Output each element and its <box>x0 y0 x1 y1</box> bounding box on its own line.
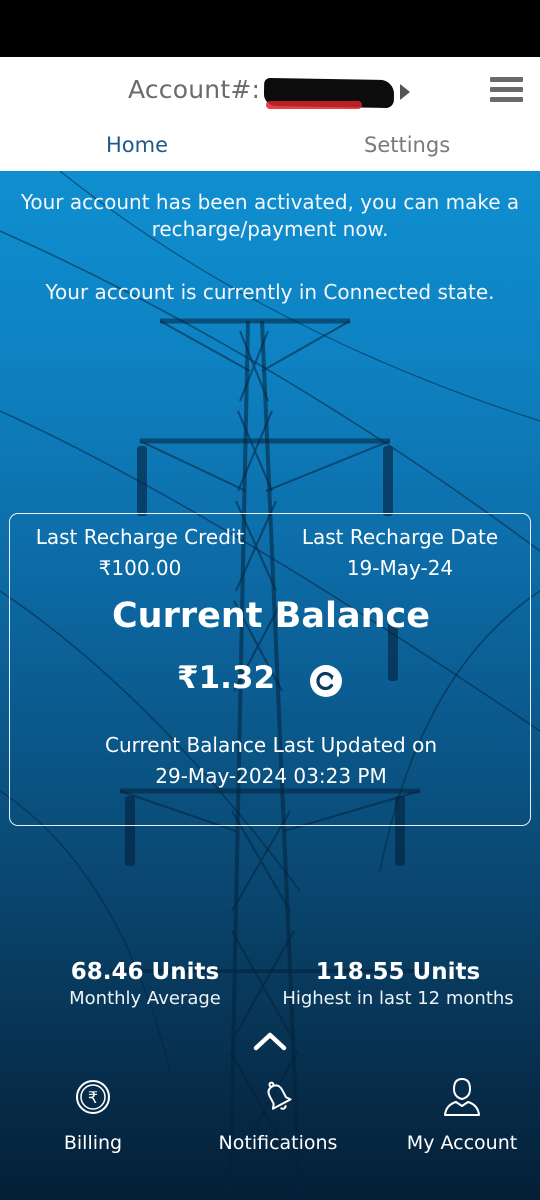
account-selector[interactable]: Account#: 1 <box>0 73 540 109</box>
tab-home[interactable]: Home <box>106 133 168 157</box>
last-recharge-date-label: Last Recharge Date <box>301 525 499 549</box>
balance-updated-value: 29-May-2024 03:23 PM <box>155 764 387 788</box>
nav-billing[interactable]: ₹ Billing <box>48 1075 138 1154</box>
tab-settings[interactable]: Settings <box>364 133 450 157</box>
nav-notifications[interactable]: Notifications <box>210 1075 346 1154</box>
chevron-up-icon[interactable] <box>252 1029 288 1053</box>
monthly-average-stat: 68.46 Units Monthly Average <box>50 957 240 1011</box>
highest-usage-value: 118.55 Units <box>315 959 481 985</box>
user-icon <box>444 1078 480 1116</box>
last-recharge-credit-value: ₹100.00 <box>98 556 182 580</box>
connection-state-notice: Your account is currently in Connected s… <box>45 280 495 304</box>
monthly-average-value: 68.46 Units <box>70 959 220 985</box>
balance-updated-info: Current Balance Last Updated on 29-May-2… <box>10 730 532 792</box>
last-recharge-date-value: 19-May-24 <box>346 556 454 580</box>
last-recharge-date: Last Recharge Date 19-May-24 <box>270 522 530 584</box>
svg-text:₹: ₹ <box>88 1088 98 1107</box>
account-number-label: Account#: 1 <box>128 75 285 104</box>
app-header: Account#: 1 Home Settings <box>0 57 540 171</box>
refresh-icon[interactable] <box>310 665 342 697</box>
activation-notice: Your account has been activated, you can… <box>20 190 520 241</box>
redaction-mark-red <box>266 101 362 109</box>
status-bar <box>0 0 540 57</box>
last-recharge-credit: Last Recharge Credit ₹100.00 <box>10 522 270 584</box>
nav-notifications-label: Notifications <box>218 1132 338 1154</box>
home-panel: Your account has been activated, you can… <box>0 171 540 1200</box>
current-balance-value: ₹1.32 <box>177 660 276 696</box>
nav-my-account[interactable]: My Account <box>400 1075 524 1154</box>
monthly-average-label: Monthly Average <box>69 988 221 1009</box>
nav-my-account-label: My Account <box>406 1132 518 1154</box>
current-balance-title: Current Balance <box>111 596 430 636</box>
hamburger-menu-icon[interactable] <box>490 77 523 103</box>
rupee-coin-icon: ₹ <box>76 1080 110 1114</box>
highest-usage-label: Highest in last 12 months <box>282 988 514 1009</box>
last-recharge-credit-label: Last Recharge Credit <box>35 525 245 549</box>
balance-card: Last Recharge Credit ₹100.00 Last Rechar… <box>9 513 531 826</box>
chevron-right-icon[interactable] <box>400 84 410 100</box>
highest-usage-stat: 118.55 Units Highest in last 12 months <box>280 957 516 1011</box>
balance-updated-label: Current Balance Last Updated on <box>104 733 437 757</box>
nav-billing-label: Billing <box>63 1132 123 1154</box>
bell-icon <box>267 1081 292 1110</box>
